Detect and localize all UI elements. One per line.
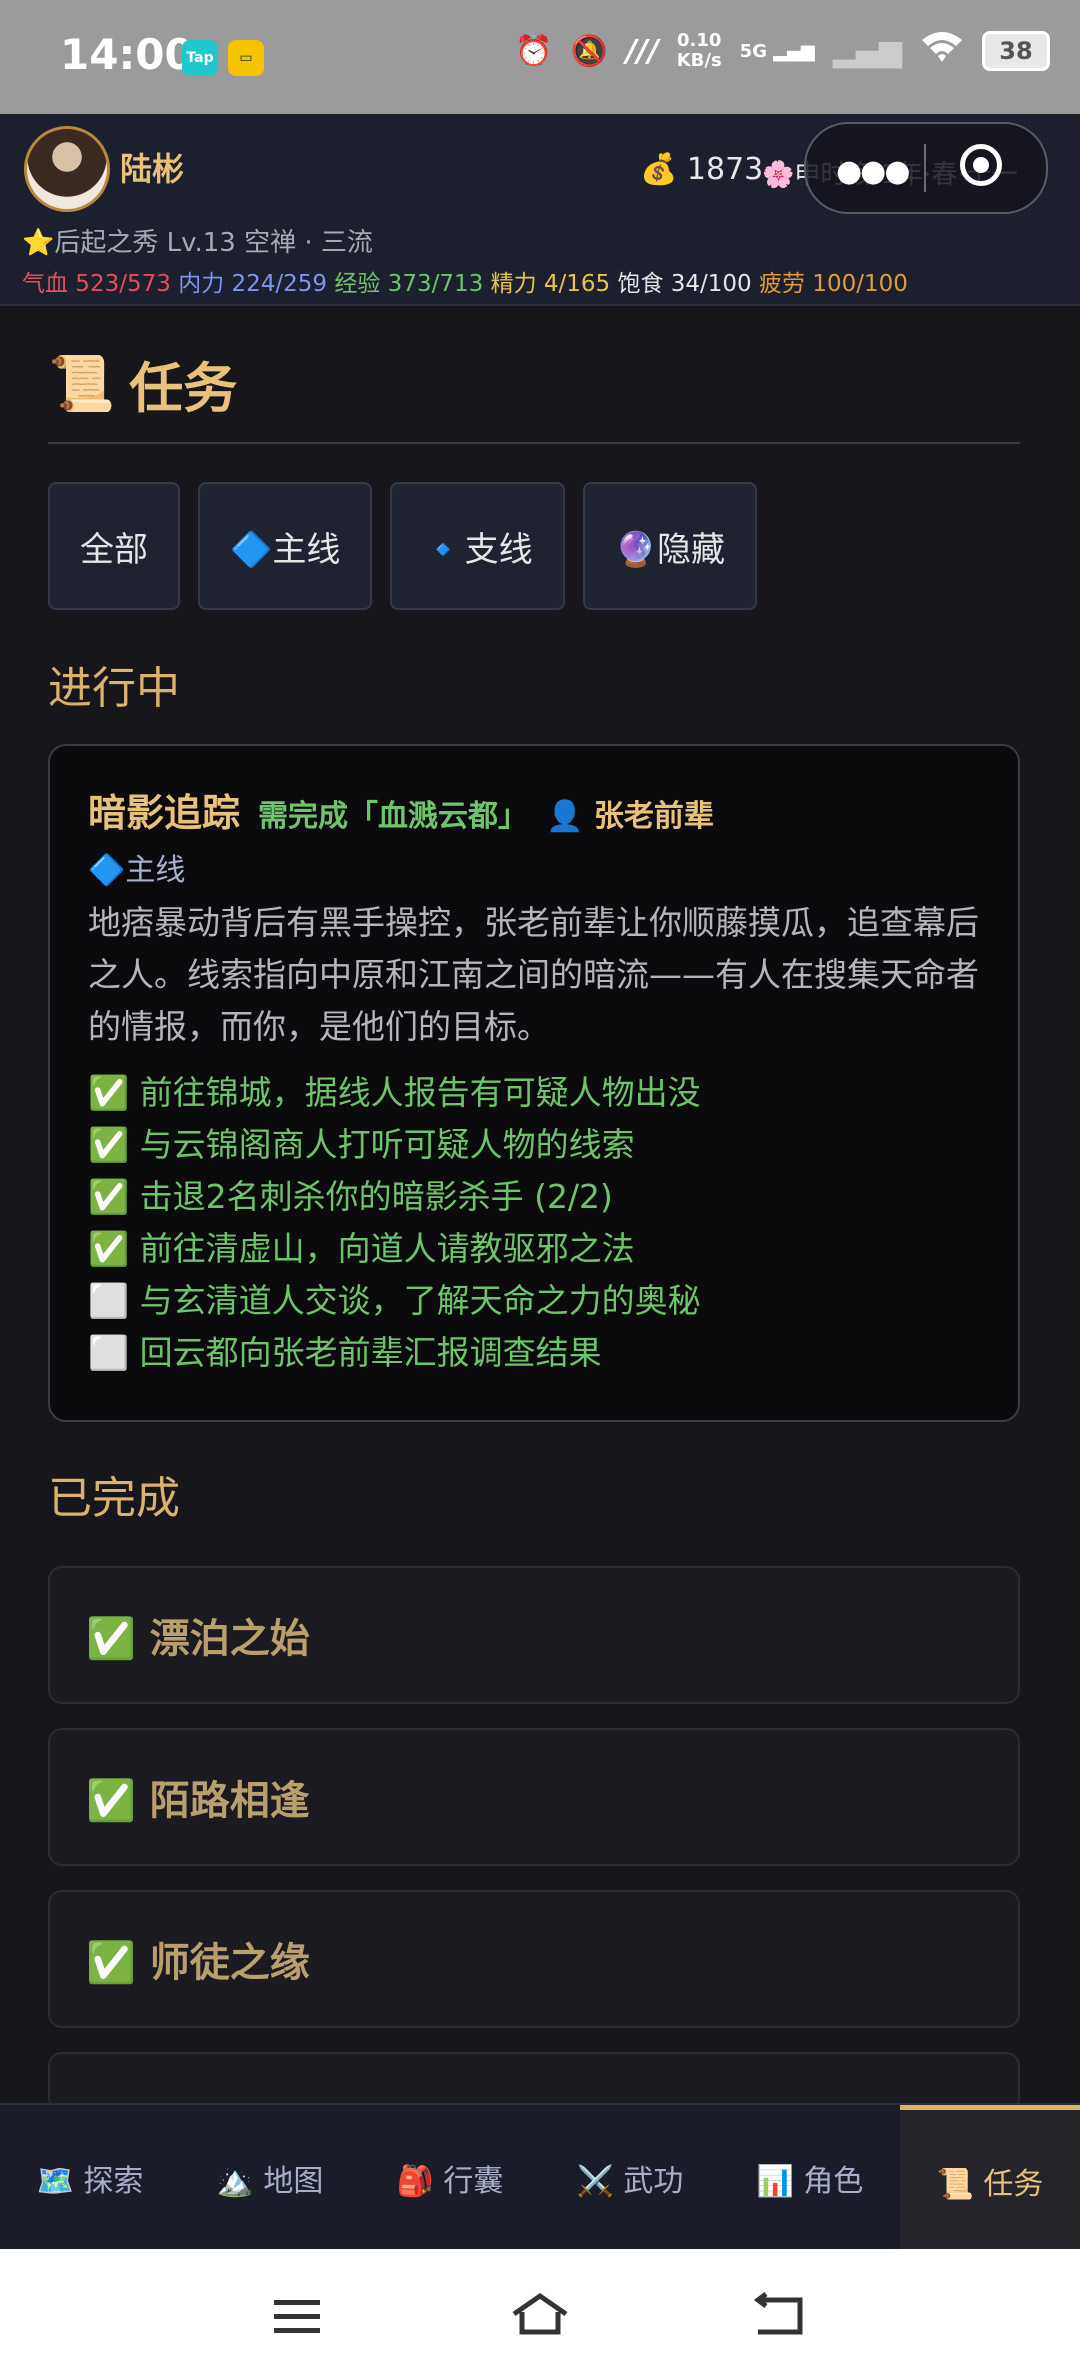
- nav-quests[interactable]: 📜 任务: [900, 2105, 1080, 2251]
- player-header: 陆彬 💰 1873 🌸申时·第1年·春·十一 ●●● ⭐后起之秀 Lv.13 空…: [0, 114, 1080, 306]
- home-icon[interactable]: [510, 2289, 570, 2349]
- quest-steps: ✅ 前往锦城，据线人报告有可疑人物出没 ✅ 与云锦阁商人打听可疑人物的线索 ✅ …: [88, 1067, 980, 1379]
- player-title: ⭐后起之秀 Lv.13 空禅 · 三流: [22, 228, 373, 258]
- player-stats: 气血 523/573 内力 224/259 经验 373/713 精力 4/16…: [22, 264, 908, 298]
- nfc-icon: ///: [625, 33, 659, 69]
- quest-filters: 全部 🔷主线 🔹支线 🔮隐藏: [48, 482, 758, 610]
- completed-quest-card[interactable]: ✅ 师徒之缘: [48, 1890, 1020, 2028]
- quest-step: ✅ 前往清虚山，向道人请教驱邪之法: [88, 1229, 635, 1268]
- nav-bag[interactable]: 🎒 行囊: [360, 2105, 540, 2251]
- completed-quest-name: ✅ 陌路相逢: [86, 1778, 310, 1824]
- quest-step: ⬜ 回云都向张老前辈汇报调查结果: [88, 1333, 602, 1372]
- nav-explore[interactable]: 🗺️ 探索: [0, 2105, 180, 2251]
- stat-mp: 内力 224/259: [178, 271, 328, 297]
- signal-5g-icon: 5G ▂▄▆: [739, 40, 815, 62]
- close-target-icon[interactable]: [960, 144, 1002, 186]
- stat-fatigue: 疲劳 100/100: [759, 271, 908, 297]
- stat-food: 饱食 34/100: [617, 271, 752, 297]
- quest-requirement: 需完成「血溅云都」: [258, 799, 529, 834]
- quest-step: ✅ 前往锦城，据线人报告有可疑人物出没: [88, 1073, 701, 1112]
- system-nav-bar: [0, 2249, 1080, 2376]
- stat-hp: 气血 523/573: [22, 271, 171, 297]
- quest-step: ⬜ 与玄清道人交谈，了解天命之力的奥秘: [88, 1281, 701, 1320]
- completed-quest-name: ✅ 师徒之缘: [86, 1940, 310, 1986]
- filter-all[interactable]: 全部: [48, 482, 180, 610]
- player-name: 陆彬: [120, 150, 185, 188]
- taptap-app-icon: Tap: [182, 40, 218, 76]
- alarm-icon: ⏰: [515, 33, 553, 69]
- net-speed: 0.10 KB/s: [676, 30, 722, 71]
- stat-exp: 经验 373/713: [334, 271, 484, 297]
- nav-character[interactable]: 📊 角色: [720, 2105, 900, 2251]
- quest-type: 🔷主线: [88, 853, 186, 888]
- signal-icon: ▂▄▆: [832, 33, 902, 69]
- miniprogram-capsule: ●●●: [804, 122, 1048, 214]
- bottom-nav: 🗺️ 探索 🏔️ 地图 🎒 行囊 ⚔️ 武功 📊 角色 📜 任务: [0, 2103, 1080, 2251]
- scroll-icon: 📜: [48, 351, 116, 415]
- filter-side[interactable]: 🔹支线: [390, 482, 565, 610]
- wifi-icon: [920, 30, 964, 72]
- status-icons: ⏰ 🔕 /// 0.10 KB/s 5G ▂▄▆ ▂▄▆ 38: [515, 30, 1050, 72]
- section-in-progress: 进行中: [48, 663, 180, 714]
- mute-icon: 🔕: [570, 33, 608, 69]
- section-completed: 已完成: [48, 1473, 180, 1524]
- status-bar: 14:00 Tap ▭ ⏰ 🔕 /// 0.10 KB/s 5G ▂▄▆ ▂▄▆…: [0, 0, 1080, 114]
- completed-quest-name: ✅ 漂泊之始: [86, 1616, 310, 1662]
- completed-quest-card[interactable]: ✅ 漂泊之始: [48, 1566, 1020, 1704]
- filter-main[interactable]: 🔷主线: [198, 482, 373, 610]
- back-icon[interactable]: [752, 2289, 806, 2349]
- quest-description: 地痞暴动背后有黑手操控，张老前辈让你顺藤摸瓜，追查幕后之人。线索指向中原和江南之…: [88, 903, 979, 1046]
- more-icon[interactable]: ●●●: [836, 154, 911, 189]
- page-title-text: 任务: [129, 357, 238, 420]
- quest-step: ✅ 与云锦阁商人打听可疑人物的线索: [88, 1125, 635, 1164]
- money-counter: 💰 1873: [640, 152, 764, 187]
- nav-martial[interactable]: ⚔️ 武功: [540, 2105, 720, 2251]
- battery-icon: 38: [982, 31, 1050, 71]
- page-title: 📜 任务: [48, 344, 237, 423]
- nav-map[interactable]: 🏔️ 地图: [180, 2105, 360, 2251]
- active-quest-card[interactable]: 暗影追踪 需完成「血溅云都」 👤 张老前辈 🔷主线 地痞暴动背后有黑手操控，张老…: [48, 744, 1020, 1422]
- stat-energy: 精力 4/165: [490, 271, 611, 297]
- quest-name: 暗影追踪: [88, 791, 241, 835]
- quest-npc: 👤 张老前辈: [546, 799, 714, 834]
- status-time: 14:00: [60, 30, 194, 79]
- avatar[interactable]: [24, 126, 110, 212]
- game-app-icon: ▭: [228, 40, 264, 76]
- quest-step: ✅ 击退2名刺杀你的暗影杀手 (2/2): [88, 1177, 613, 1216]
- capsule-divider: [924, 144, 926, 192]
- filter-hidden[interactable]: 🔮隐藏: [582, 482, 758, 610]
- menu-icon[interactable]: [272, 2289, 322, 2349]
- divider: [48, 442, 1020, 444]
- completed-quest-card[interactable]: ✅ 陌路相逢: [48, 1728, 1020, 1866]
